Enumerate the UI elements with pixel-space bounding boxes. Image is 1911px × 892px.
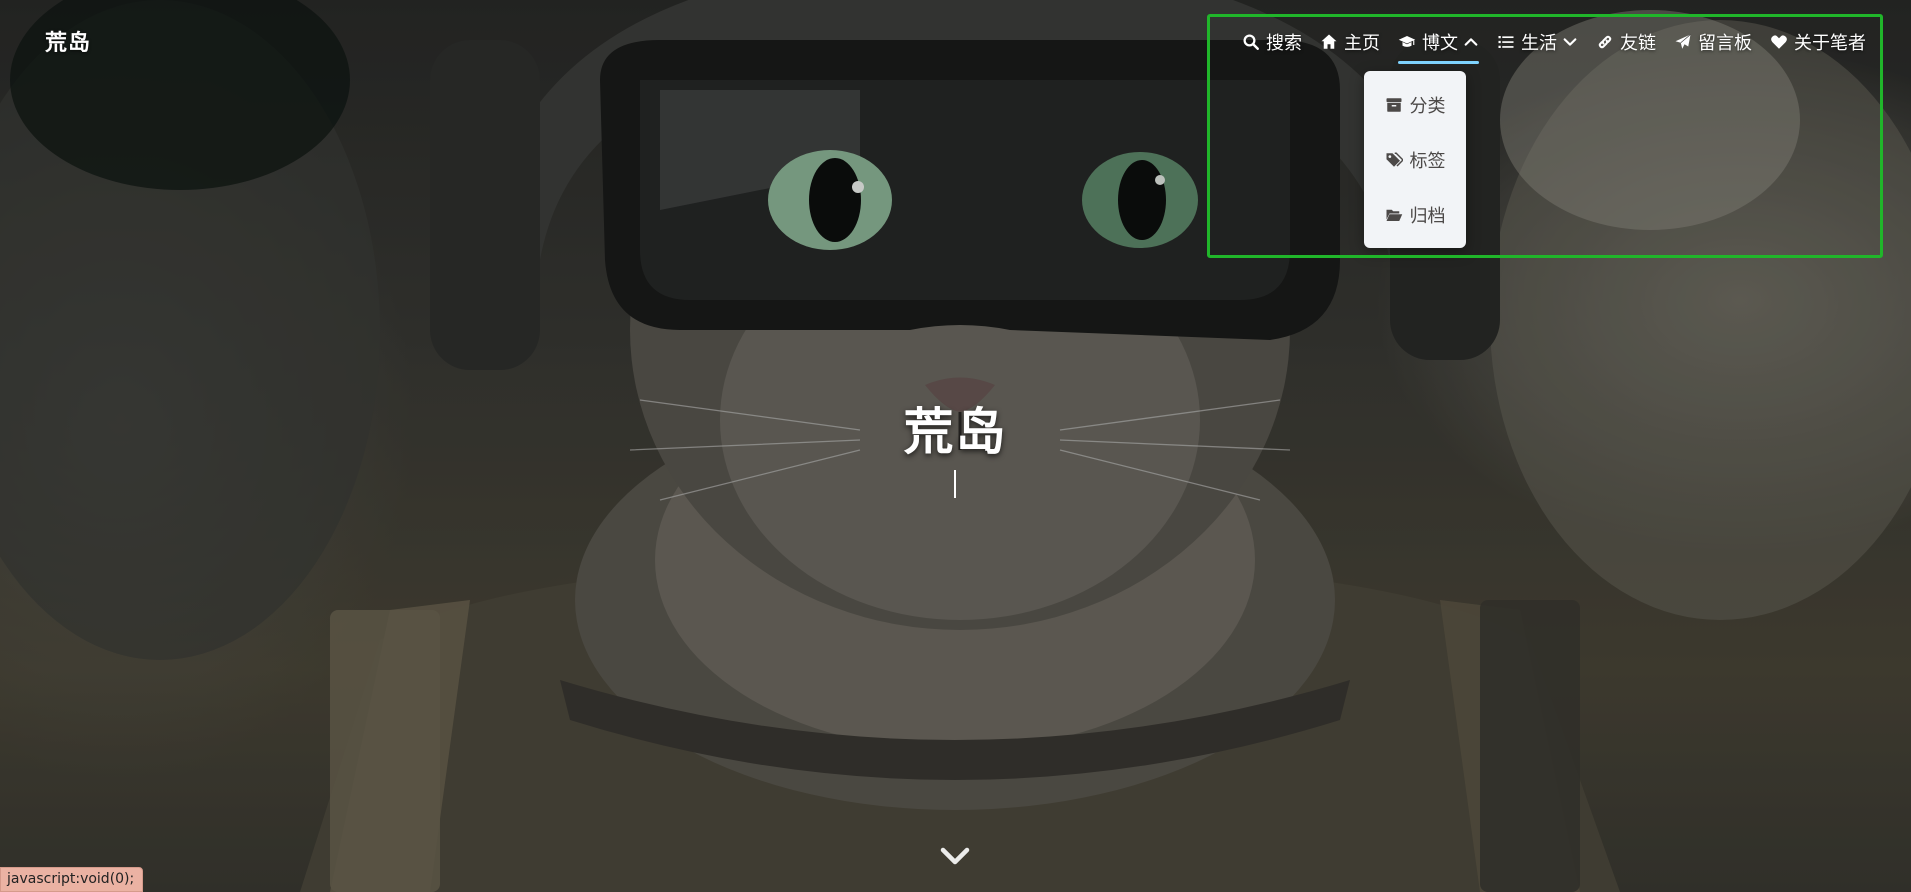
- search-icon: [1243, 34, 1259, 50]
- browser-status-bar: javascript:void(0);: [0, 867, 144, 892]
- dropdown-item-tags[interactable]: 标签: [1364, 132, 1466, 187]
- nav-item-friend-links[interactable]: 友链: [1596, 26, 1656, 58]
- nav-item-label: 搜索: [1266, 33, 1302, 54]
- site-title: 荒岛: [903, 403, 1008, 461]
- nav-item-about[interactable]: 关于笔者: [1770, 26, 1866, 58]
- subtitle-typing-cursor: [954, 470, 956, 498]
- nav-item-label: 友链: [1620, 33, 1656, 54]
- paper-plane-icon: [1675, 34, 1691, 49]
- nav-item-search[interactable]: 搜索: [1242, 26, 1302, 58]
- page: 荒岛 搜索 主页 博文 生活 友链 留言板 关于笔者 分类 标签 归档 荒岛 j…: [0, 0, 1911, 892]
- nav-item-label: 生活: [1521, 33, 1557, 54]
- home-icon: [1321, 34, 1337, 49]
- dropdown-item-label: 分类: [1409, 95, 1446, 117]
- archive-box-icon: [1386, 97, 1401, 112]
- dropdown-item-categories[interactable]: 分类: [1364, 77, 1466, 132]
- nav-item-posts[interactable]: 博文: [1398, 26, 1479, 64]
- folder-open-icon: [1386, 209, 1402, 221]
- nav-item-label: 博文: [1422, 33, 1458, 54]
- nav-item-label: 关于笔者: [1794, 33, 1866, 54]
- nav-item-guestbook[interactable]: 留言板: [1674, 26, 1752, 58]
- nav-item-life[interactable]: 生活: [1497, 26, 1578, 58]
- chevron-down-icon: [1563, 38, 1577, 46]
- chevron-up-icon: [1464, 38, 1478, 46]
- nav-item-label: 留言板: [1698, 33, 1752, 54]
- nav-item-home[interactable]: 主页: [1320, 26, 1380, 58]
- link-icon: [1598, 35, 1612, 49]
- dropdown-item-archives[interactable]: 归档: [1364, 187, 1466, 242]
- graduation-cap-icon: [1398, 36, 1416, 47]
- list-icon: [1498, 36, 1514, 48]
- nav-item-label: 主页: [1344, 33, 1380, 54]
- site-brand[interactable]: 荒岛: [45, 25, 91, 57]
- scroll-down-chevron-icon[interactable]: [937, 838, 973, 874]
- posts-dropdown-menu: 分类 标签 归档: [1364, 71, 1466, 248]
- main-nav: 搜索 主页 博文 生活 友链 留言板 关于笔者: [1242, 26, 1866, 64]
- tags-icon: [1386, 152, 1403, 167]
- dropdown-item-label: 标签: [1409, 150, 1446, 172]
- heart-icon: [1771, 35, 1787, 49]
- dropdown-item-label: 归档: [1409, 205, 1446, 227]
